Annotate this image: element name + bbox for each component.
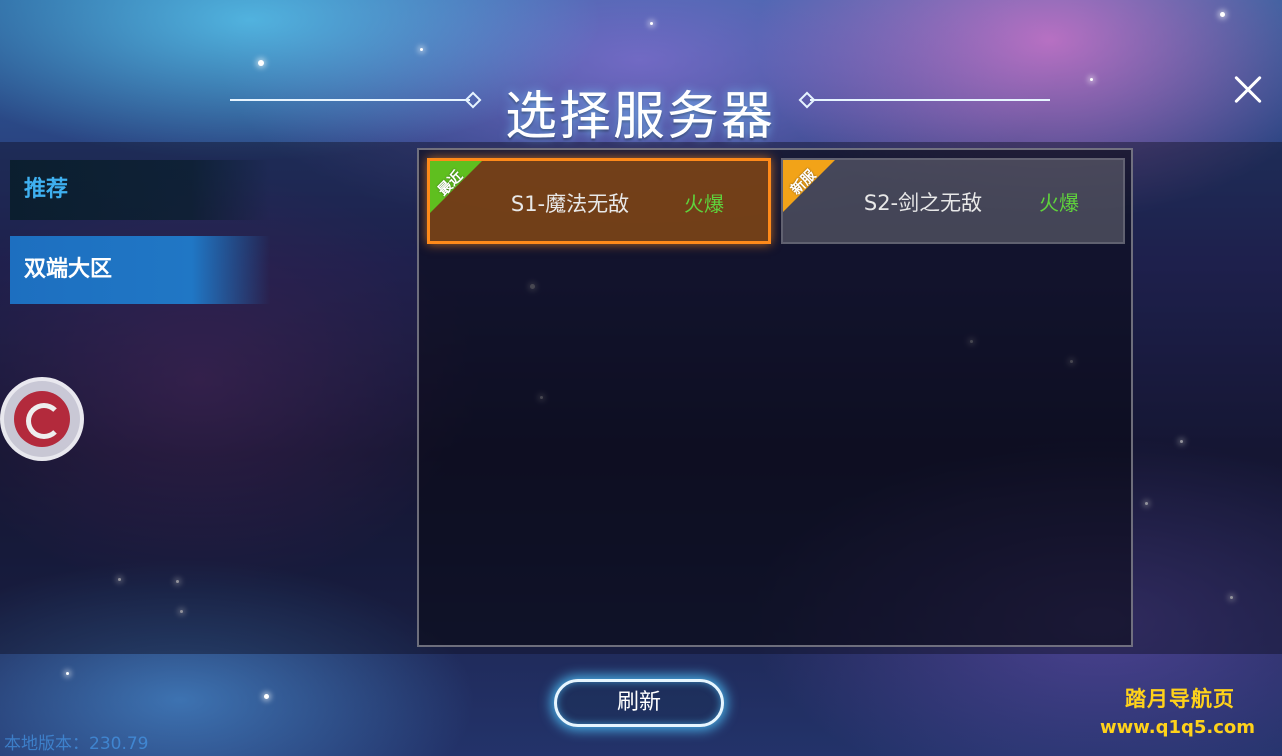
tab-recommended[interactable]: 推荐 xyxy=(10,160,270,220)
server-name: S2-剑之无敌 xyxy=(863,191,983,215)
close-icon[interactable] xyxy=(1228,70,1268,110)
server-name: S1-魔法无敌 xyxy=(510,192,630,216)
version-text: 本地版本：230.79 xyxy=(4,734,149,754)
server-list: 最近 S1-魔法无敌 火爆 新服 S2-剑之无敌 火爆 xyxy=(417,148,1133,647)
server-card-s1[interactable]: 最近 S1-魔法无敌 火爆 xyxy=(427,158,771,244)
game-logo-icon[interactable] xyxy=(0,377,84,461)
title-divider-right xyxy=(810,99,1050,101)
server-status: 火爆 xyxy=(684,192,724,216)
tab-dual-region[interactable]: 双端大区 xyxy=(10,236,270,304)
watermark-title: 踏月导航页 xyxy=(1125,687,1235,711)
server-card-s2[interactable]: 新服 S2-剑之无敌 火爆 xyxy=(781,158,1125,244)
page-title: 选择服务器 xyxy=(504,87,775,147)
server-status: 火爆 xyxy=(1039,191,1079,215)
refresh-button[interactable]: 刷新 xyxy=(554,679,724,727)
watermark-url: www.q1q5.com xyxy=(1100,717,1256,738)
title-bar: 选择服务器 xyxy=(230,70,1050,147)
logo-emblem xyxy=(14,391,70,447)
